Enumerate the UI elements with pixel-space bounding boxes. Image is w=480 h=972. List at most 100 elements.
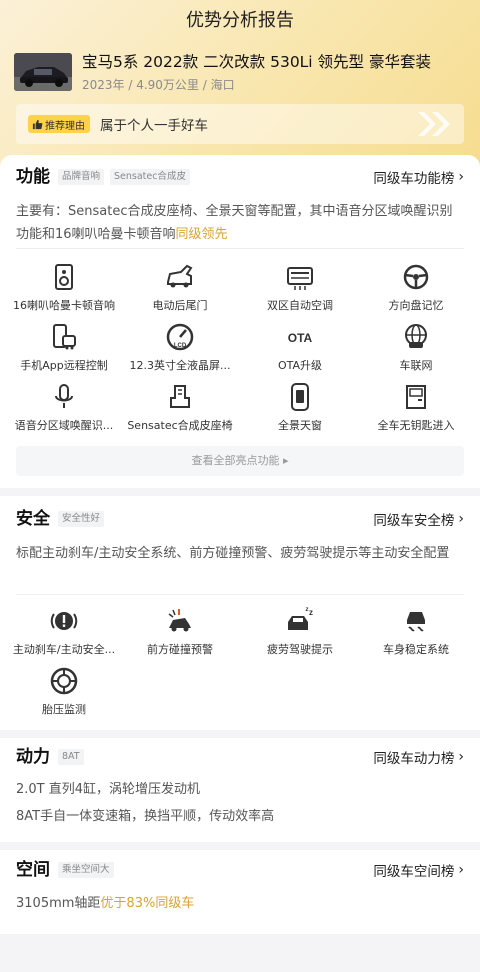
recommend-reason-text: 属于个人一手好车: [100, 118, 208, 134]
chevron-right-icon: ›: [458, 511, 464, 527]
function-rank-label: 同级车功能榜: [373, 171, 455, 187]
steering-wheel-icon: [403, 264, 429, 290]
feature-label: 语音分区域唤醒识...: [14, 419, 114, 432]
brake-warning-icon: [50, 612, 78, 630]
ota-icon: OTA: [288, 331, 313, 345]
feature-item[interactable]: 手机App远程控制: [4, 322, 124, 373]
safety-feature-item[interactable]: z z 疲劳驾驶提示: [240, 606, 360, 657]
power-title: 动力: [16, 747, 50, 767]
chevron-right-icon: ›: [458, 169, 464, 185]
safety-tag: 安全性好: [58, 511, 105, 527]
keyless-door-icon: [406, 385, 426, 409]
feature-item[interactable]: 16喇叭哈曼卡顿音响: [4, 262, 124, 313]
chevron-right-icon: ›: [458, 749, 464, 765]
feature-label: 电动后尾门: [152, 299, 208, 312]
safety-card-header: 安全 安全性好 同级车安全榜 ›: [16, 507, 464, 531]
feature-label: 车身稳定系统: [383, 643, 449, 656]
function-rank-link[interactable]: 同级车功能榜 ›: [373, 167, 464, 187]
svg-text:LCD: LCD: [174, 343, 187, 349]
sunroof-icon: [291, 383, 309, 411]
recommend-reason-bar: 推荐理由 属于个人一手好车: [16, 104, 464, 144]
power-card-header: 动力 8AT 同级车动力榜 ›: [16, 745, 464, 769]
safety-feature-item[interactable]: 胎压监测: [4, 666, 124, 717]
power-line-2: 8AT手自一体变速箱，换挡平顺，传动效率高: [16, 809, 275, 824]
section-gap: [0, 488, 480, 496]
feature-label: 疲劳驾驶提示: [267, 643, 333, 656]
power-rank-label: 同级车动力榜: [373, 751, 455, 767]
collision-warning-icon: [168, 609, 191, 632]
svg-text:z: z: [306, 607, 309, 613]
feature-item[interactable]: OTA OTA升级: [240, 322, 360, 373]
feature-label: 12.3英寸全液晶屏...: [129, 359, 231, 372]
feature-label: 16喇叭哈曼卡顿音响: [13, 299, 115, 312]
feature-item[interactable]: 双区自动空调: [240, 262, 360, 313]
power-tailgate-icon: [167, 264, 193, 288]
power-line-1: 2.0T 直列4缸，涡轮增压发动机: [16, 782, 201, 797]
function-tag-2: Sensatec合成皮: [110, 169, 190, 185]
feature-item[interactable]: 语音分区域唤醒识...: [4, 382, 124, 433]
feature-item[interactable]: 车联网: [356, 322, 476, 373]
function-description: 主要有：Sensatec合成皮座椅、全景天窗等配置，其中语音分区域唤醒识别功能和…: [16, 200, 464, 246]
space-title: 空间: [16, 860, 50, 880]
chevron-right-icon: ›: [458, 862, 464, 878]
car-thumbnail[interactable]: [14, 53, 72, 91]
space-description: 3105mm轴距优于83%同级车: [16, 892, 464, 915]
svg-text:OTA: OTA: [288, 331, 313, 345]
feature-label: Sensatec合成皮座椅: [127, 419, 233, 432]
safety-title: 安全: [16, 509, 50, 529]
divider: [16, 594, 464, 595]
power-rank-link[interactable]: 同级车动力榜 ›: [373, 747, 464, 767]
feature-label: 方向盘记忆: [388, 299, 444, 312]
feature-label: 胎压监测: [42, 703, 86, 716]
recommend-badge-label: 推荐理由: [45, 120, 85, 132]
feature-label: 双区自动空调: [267, 299, 333, 312]
space-desc-highlight: 优于83%同级车: [100, 896, 195, 911]
fatigue-driving-icon: z z: [288, 607, 313, 630]
lcd-gauge-icon: LCD: [166, 323, 194, 351]
stability-control-icon: [407, 612, 425, 632]
feature-label: 前方碰撞预警: [147, 643, 213, 656]
phone-remote-icon: [53, 324, 76, 350]
space-rank-label: 同级车空间榜: [373, 864, 455, 880]
recommend-badge: 推荐理由: [28, 115, 90, 133]
function-tag-1: 品牌音响: [58, 169, 105, 185]
feature-item[interactable]: 全景天窗: [240, 382, 360, 433]
space-desc-text: 3105mm轴距: [16, 896, 101, 911]
svg-text:z: z: [309, 608, 313, 617]
feature-label: OTA升级: [277, 359, 323, 372]
section-gap: [0, 730, 480, 738]
feature-item[interactable]: 方向盘记忆: [356, 262, 476, 313]
divider: [16, 248, 464, 249]
feature-item[interactable]: 全车无钥匙进入: [356, 382, 476, 433]
feature-label: 手机App远程控制: [20, 359, 108, 372]
feature-label: 全车无钥匙进入: [377, 419, 455, 432]
feature-label: 全景天窗: [278, 419, 322, 432]
safety-feature-item[interactable]: 车身稳定系统: [356, 606, 476, 657]
speaker-icon: [55, 264, 73, 290]
space-card-header: 空间 乘坐空间大 同级车空间榜 ›: [16, 858, 464, 882]
see-all-features-button[interactable]: 查看全部亮点功能 ▸: [16, 446, 464, 476]
space-tag: 乘坐空间大: [58, 862, 114, 878]
function-title: 功能: [16, 167, 50, 187]
climate-control-icon: [287, 267, 313, 290]
tire-pressure-icon: [50, 667, 78, 695]
feature-item[interactable]: 电动后尾门: [120, 262, 240, 313]
power-tag: 8AT: [58, 749, 84, 765]
safety-rank-link[interactable]: 同级车安全榜 ›: [373, 509, 464, 529]
seat-icon: [170, 385, 190, 408]
function-desc-text: 主要有：Sensatec合成皮座椅、全景天窗等配置，其中语音分区域唤醒识别功能和…: [16, 204, 453, 242]
safety-feature-item[interactable]: 前方碰撞预警: [120, 606, 240, 657]
safety-rank-label: 同级车安全榜: [373, 513, 455, 529]
thumbs-up-icon: [32, 119, 43, 129]
safety-feature-item[interactable]: 主动刹车/主动安全...: [4, 606, 124, 657]
feature-item[interactable]: LCD 12.3英寸全液晶屏...: [120, 322, 240, 373]
microphone-icon: [55, 384, 73, 408]
double-chevron-icon: [418, 112, 450, 136]
function-desc-highlight: 同级领先: [175, 227, 228, 242]
feature-label: 主动刹车/主动安全...: [12, 643, 116, 656]
feature-item[interactable]: Sensatec合成皮座椅: [120, 382, 240, 433]
page-title: 优势分析报告: [186, 10, 294, 31]
car-name: 宝马5系 2022款 二次改款 530Li 领先型 豪华套装: [82, 53, 431, 71]
safety-description: 标配主动刹车/主动安全系统、前方碰撞预警、疲劳驾驶提示等主动安全配置: [16, 546, 450, 561]
space-rank-link[interactable]: 同级车空间榜 ›: [373, 860, 464, 880]
